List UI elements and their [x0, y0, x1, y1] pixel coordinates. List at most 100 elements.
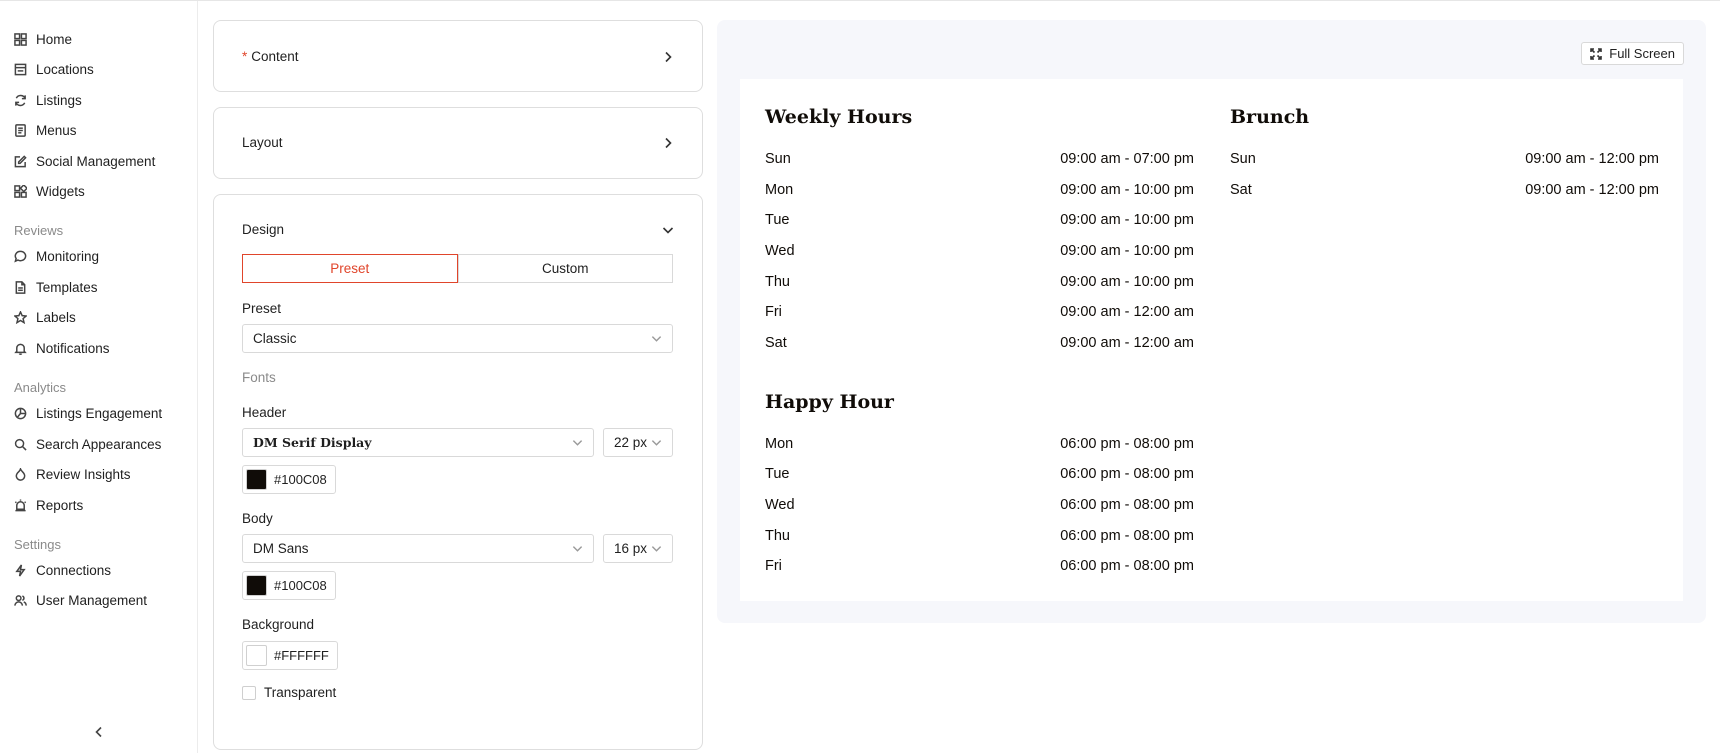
sidebar-item-search-appearances[interactable]: Search Appearances: [14, 433, 161, 455]
sidebar-item-listings[interactable]: Listings: [14, 89, 82, 111]
chevron-down-icon: [651, 546, 662, 552]
custom-tab[interactable]: Custom: [457, 254, 673, 283]
transparent-option[interactable]: Transparent: [242, 685, 336, 700]
hours-row: Wed 06:00 pm - 08:00 pm: [765, 497, 1194, 513]
alarm-icon: [14, 498, 27, 511]
body-color-value: #100C08: [274, 578, 327, 593]
widgets-icon: [14, 184, 27, 198]
body-size-value: 16 px: [614, 541, 648, 556]
body-size-select[interactable]: 16 px: [603, 534, 673, 563]
layout-panel-header[interactable]: Layout: [242, 135, 674, 150]
grid-icon: [14, 32, 27, 46]
hours-row: Wed 09:00 am - 10:00 pm: [765, 243, 1194, 259]
section-title-reviews: Reviews: [14, 223, 64, 238]
sidebar-item-labels[interactable]: Labels: [14, 306, 76, 328]
hours-row: Sat 09:00 am - 12:00 pm: [1230, 182, 1659, 198]
happy-hour-title: Happy Hour: [765, 391, 894, 413]
sidebar-item-listings-engagement[interactable]: Listings Engagement: [14, 402, 162, 424]
design-panel-header[interactable]: Design: [242, 222, 674, 237]
transparent-checkbox[interactable]: [242, 685, 256, 700]
hours-day: Sat: [765, 335, 787, 351]
sidebar-item-locations[interactable]: Locations: [14, 58, 94, 80]
preset-tab[interactable]: Preset: [242, 254, 458, 283]
sidebar-item-templates[interactable]: Templates: [14, 276, 98, 298]
header-color-field[interactable]: #100C08: [242, 465, 336, 494]
sidebar-item-home[interactable]: Home: [14, 28, 72, 50]
search-icon: [14, 438, 27, 451]
collapse-sidebar-button[interactable]: [90, 723, 108, 741]
body-color-swatch[interactable]: [246, 575, 267, 596]
hours-day: Fri: [765, 558, 782, 574]
sidebar-item-user-management[interactable]: User Management: [14, 589, 147, 611]
users-icon: [14, 594, 27, 606]
hours-row: Tue 09:00 am - 10:00 pm: [765, 212, 1194, 228]
chevron-right-icon: [665, 137, 672, 148]
hours-day: Tue: [765, 466, 790, 482]
header-size-select[interactable]: 22 px: [603, 428, 673, 457]
hours-day: Tue: [765, 212, 790, 228]
body-font-label: Body: [242, 511, 273, 526]
design-mode-toggle: Preset Custom: [242, 254, 673, 283]
background-color-field[interactable]: #FFFFFF: [242, 641, 338, 670]
sidebar-item-connections[interactable]: Connections: [14, 559, 111, 581]
background-color-swatch[interactable]: [246, 645, 267, 666]
header-color-swatch[interactable]: [246, 469, 267, 490]
hours-time: 06:00 pm - 08:00 pm: [1060, 528, 1194, 544]
sidebar-item-review-insights[interactable]: Review Insights: [14, 463, 131, 485]
preset-select-value: Classic: [253, 331, 297, 346]
sidebar-item-label: Reports: [36, 497, 84, 513]
body-font-select[interactable]: DM Sans: [242, 534, 594, 563]
hours-time: 09:00 am - 07:00 pm: [1060, 151, 1194, 167]
hours-row: Tue 06:00 pm - 08:00 pm: [765, 466, 1194, 482]
hours-row: Sat 09:00 am - 12:00 am: [765, 335, 1194, 351]
flame-icon: [15, 467, 26, 481]
hours-day: Fri: [765, 304, 782, 320]
sidebar-item-label: Notifications: [36, 340, 110, 356]
sidebar-item-label: Templates: [36, 279, 98, 295]
sidebar-item-label: Listings: [36, 92, 82, 108]
layout-panel: Layout: [213, 107, 703, 179]
hours-day: Wed: [765, 497, 795, 513]
transparent-label: Transparent: [264, 685, 337, 700]
sidebar-item-menus[interactable]: Menus: [14, 119, 77, 141]
hours-day: Thu: [765, 274, 790, 290]
expand-icon: [1590, 47, 1603, 60]
brunch-title: Brunch: [1230, 106, 1310, 128]
sidebar-item-reports[interactable]: Reports: [14, 494, 83, 516]
sidebar-item-widgets[interactable]: Widgets: [14, 180, 85, 202]
layout-panel-label: Layout: [242, 135, 283, 150]
star-icon: [14, 310, 27, 324]
sidebar-item-label: Menus: [36, 122, 77, 138]
content-panel: * Content: [213, 20, 703, 92]
full-screen-button[interactable]: Full Screen: [1581, 42, 1684, 65]
preset-select[interactable]: Classic: [242, 324, 673, 353]
preview-area: Full Screen Weekly Hours Sun 09:00 am - 0…: [717, 20, 1706, 623]
bolt-icon: [15, 563, 26, 577]
body-color-field[interactable]: #100C08: [242, 571, 336, 600]
edit-icon: [14, 154, 27, 167]
hours-time: 09:00 am - 12:00 am: [1060, 304, 1194, 320]
sidebar-item-label: Review Insights: [36, 466, 131, 482]
sidebar-item-notifications[interactable]: Notifications: [14, 337, 110, 359]
content-panel-label: Content: [251, 49, 299, 64]
hours-row: Mon 09:00 am - 10:00 pm: [765, 182, 1194, 198]
hours-time: 06:00 pm - 08:00 pm: [1060, 558, 1194, 574]
chevron-down-icon: [572, 546, 583, 552]
sidebar-item-label: Home: [36, 31, 73, 47]
sidebar-item-social-management[interactable]: Social Management: [14, 150, 155, 172]
design-panel-label: Design: [242, 222, 285, 237]
chevron-right-icon: [665, 51, 672, 62]
chevron-down-icon: [572, 440, 583, 446]
hours-row: Thu 09:00 am - 10:00 pm: [765, 274, 1194, 290]
sidebar-item-label: Connections: [36, 562, 112, 578]
required-marker: *: [242, 49, 248, 64]
body-font-value: DM Sans: [253, 541, 309, 556]
header-color-value: #100C08: [274, 472, 327, 487]
header-font-select[interactable]: DM Serif Display: [242, 428, 594, 457]
content-panel-header[interactable]: * Content: [242, 49, 674, 64]
sidebar-item-monitoring[interactable]: Monitoring: [14, 245, 99, 267]
preset-label: Preset: [242, 301, 282, 316]
header-font-value: DM Serif Display: [253, 435, 372, 450]
background-color-value: #FFFFFF: [274, 648, 329, 663]
hours-day: Wed: [765, 243, 795, 259]
